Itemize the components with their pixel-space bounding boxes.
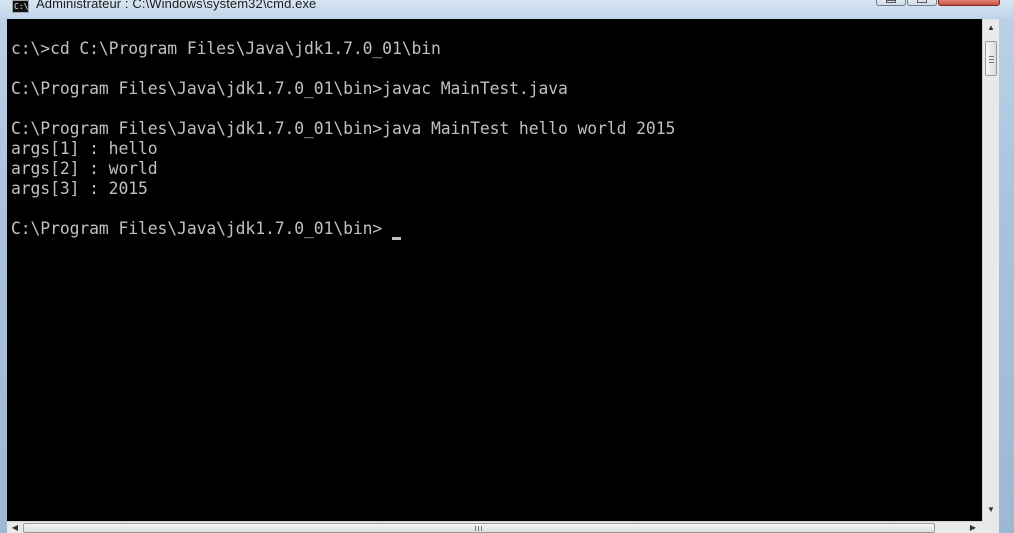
scroll-down-arrow-icon[interactable]: ▼	[983, 501, 999, 518]
scroll-left-arrow-icon[interactable]: ◀	[7, 522, 23, 533]
console-prompt-line: C:\Program Files\Java\jdk1.7.0_01\bin>	[11, 219, 383, 238]
console-line: args[2] : world	[11, 159, 158, 178]
grip-line	[481, 526, 482, 531]
text-cursor	[392, 237, 401, 240]
grip-line	[989, 62, 994, 63]
close-icon	[964, 0, 974, 3]
vertical-scroll-thumb[interactable]	[985, 41, 997, 76]
maximize-button[interactable]	[907, 0, 937, 6]
grip-line	[989, 56, 994, 57]
console-line: c:\>cd C:\Program Files\Java\jdk1.7.0_01…	[11, 39, 441, 58]
console-line: args[1] : hello	[11, 139, 158, 158]
grip-line	[478, 526, 479, 531]
close-button[interactable]	[938, 0, 1000, 6]
console-line: args[3] : 2015	[11, 179, 148, 198]
command-prompt-icon[interactable]: C:\	[12, 0, 29, 13]
horizontal-scroll-thumb[interactable]	[23, 523, 935, 533]
minimize-button[interactable]	[876, 0, 906, 6]
vertical-scrollbar[interactable]: ▲ ▼	[982, 19, 999, 521]
maximize-icon	[917, 0, 927, 3]
scroll-up-arrow-icon[interactable]: ▲	[983, 19, 999, 36]
window-title: Administrateur : C:\Windows\system32\cmd…	[36, 0, 317, 11]
minimize-icon	[886, 0, 896, 3]
grip-line	[475, 526, 476, 531]
scrollbar-corner	[982, 521, 999, 533]
console-line: C:\Program Files\Java\jdk1.7.0_01\bin>ja…	[11, 79, 568, 98]
console-output[interactable]: c:\>cd C:\Program Files\Java\jdk1.7.0_01…	[7, 19, 982, 521]
scroll-right-arrow-icon[interactable]: ▶	[965, 522, 981, 533]
horizontal-scrollbar[interactable]: ◀ ▶	[7, 521, 982, 533]
grip-line	[989, 59, 994, 60]
title-bar[interactable]: C:\ Administrateur : C:\Windows\system32…	[0, 0, 1014, 18]
console-line: C:\Program Files\Java\jdk1.7.0_01\bin>ja…	[11, 119, 676, 138]
cmd-window: C:\ Administrateur : C:\Windows\system32…	[0, 0, 1014, 533]
